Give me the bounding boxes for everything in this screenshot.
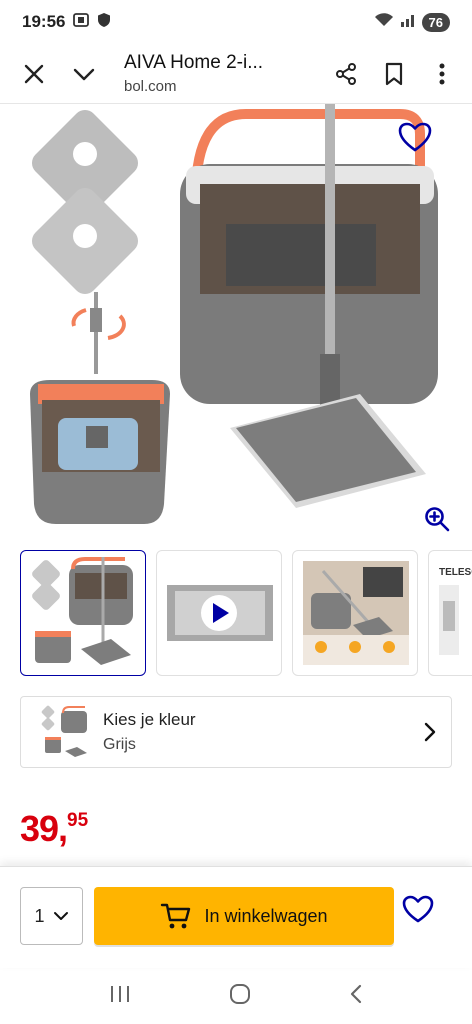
- zoom-in-icon: [425, 507, 450, 532]
- add-to-cart-label: In winkelwagen: [204, 905, 328, 926]
- recent-apps-button[interactable]: [109, 984, 131, 1009]
- chevron-right-icon: [424, 722, 436, 742]
- shield-icon: [97, 12, 111, 33]
- more-vert-icon: [439, 63, 445, 84]
- heart-icon: [398, 122, 432, 152]
- heart-icon: [402, 895, 434, 923]
- thumbnail-text: TELESCO: [439, 567, 472, 578]
- home-button[interactable]: [229, 983, 251, 1010]
- share-icon: [336, 62, 356, 85]
- close-button[interactable]: [10, 50, 58, 98]
- expand-button[interactable]: [60, 50, 108, 98]
- chevron-down-icon: [73, 68, 95, 80]
- recent-apps-icon: [111, 985, 129, 1002]
- thumbnail-2[interactable]: [156, 550, 282, 676]
- page-domain: bol.com: [124, 78, 177, 95]
- page-title-block[interactable]: AIVA Home 2-i... bol.com: [124, 52, 322, 95]
- quantity-select[interactable]: 1: [20, 887, 83, 945]
- add-to-cart-button[interactable]: In winkelwagen: [94, 887, 394, 945]
- color-swatch-image: [41, 705, 91, 759]
- home-icon: [230, 983, 250, 1004]
- wishlist-button[interactable]: [402, 895, 434, 928]
- thumbnail-4[interactable]: TELESCO: [428, 550, 472, 676]
- thumbnail-1[interactable]: [20, 550, 146, 676]
- battery-badge: 76: [421, 12, 450, 32]
- large-bucket-image: [180, 104, 438, 508]
- mop-bucket-illustration: [30, 104, 438, 524]
- video-thumbnail: [167, 585, 273, 641]
- wifi-icon: [374, 12, 394, 33]
- mop-pad-image: [31, 109, 139, 295]
- bookmark-button[interactable]: [370, 50, 418, 98]
- product-price: 39, 95: [20, 808, 88, 850]
- back-icon: [350, 984, 362, 1003]
- color-value: Grijs: [103, 736, 136, 753]
- back-button[interactable]: [349, 983, 363, 1010]
- telescope-thumbnail: TELESCO: [439, 567, 472, 655]
- page-title: AIVA Home 2-i...: [124, 52, 264, 73]
- quantity-value: 1: [34, 905, 45, 926]
- small-bucket-image: [30, 292, 170, 524]
- purchase-bar: 1 In winkelwagen: [0, 866, 472, 968]
- status-time: 19:56: [22, 12, 66, 31]
- browser-top-bar: AIVA Home 2-i... bol.com: [0, 44, 472, 104]
- lifestyle-thumbnail: [303, 561, 409, 665]
- color-picker[interactable]: Kies je kleur Grijs: [20, 696, 452, 768]
- signal-icon: [400, 12, 416, 33]
- bookmark-icon: [385, 62, 403, 85]
- color-label: Kies je kleur: [103, 710, 196, 729]
- mop-set-thumbnail: [32, 557, 133, 665]
- color-thumbnail: [41, 705, 87, 757]
- share-button[interactable]: [322, 50, 370, 98]
- favorite-hero-button[interactable]: [398, 122, 432, 157]
- price-integer: 39,: [20, 808, 68, 849]
- status-bar: 19:56 76: [0, 0, 472, 44]
- chevron-down-icon: [53, 912, 68, 920]
- price-decimal: 95: [67, 810, 89, 831]
- thumbnail-strip: TELESCO: [0, 550, 472, 678]
- more-options-button[interactable]: [418, 50, 466, 98]
- cart-icon: [161, 903, 191, 929]
- system-nav-bar: [0, 968, 472, 1024]
- thumbnail-3[interactable]: [292, 550, 418, 676]
- close-icon: [24, 64, 44, 83]
- screenshot-icon: [73, 12, 90, 33]
- product-hero-image[interactable]: [0, 104, 472, 540]
- zoom-button[interactable]: [424, 506, 450, 537]
